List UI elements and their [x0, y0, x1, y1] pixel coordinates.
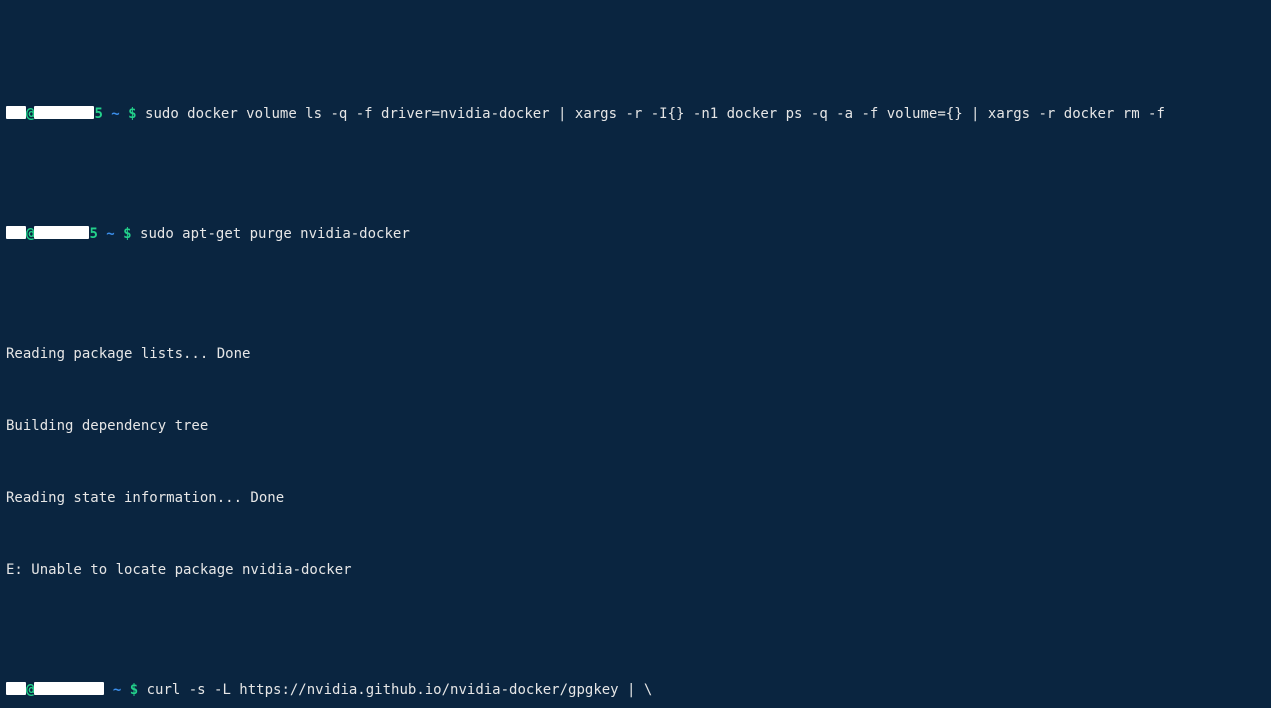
prompt-tilde: ~ — [104, 682, 129, 698]
prompt-tilde: ~ — [103, 106, 128, 122]
at-host: @ — [26, 106, 34, 122]
redacted-user — [6, 106, 26, 119]
prompt-line: @ ~ $ curl -s -L https://nvidia.github.i… — [6, 678, 1265, 702]
output-line: Building dependency tree — [6, 414, 1265, 438]
prompt-line: @5 ~ $ sudo apt-get purge nvidia-docker — [6, 222, 1265, 246]
redacted-host — [34, 682, 104, 695]
prompt-dollar: $ — [123, 226, 140, 242]
redacted-host — [34, 226, 89, 239]
redacted-user — [6, 682, 26, 695]
redacted-user — [6, 226, 26, 239]
prompt-line: @5 ~ $ sudo docker volume ls -q -f drive… — [6, 102, 1265, 126]
prompt-dollar: $ — [130, 682, 147, 698]
prompt-tilde: ~ — [98, 226, 123, 242]
at-host: @ — [26, 682, 34, 698]
prompt-dollar: $ — [128, 106, 145, 122]
redacted-host — [34, 106, 94, 119]
output-line: E: Unable to locate package nvidia-docke… — [6, 558, 1265, 582]
host-tail: 5 — [89, 226, 97, 242]
at-host: @ — [26, 226, 34, 242]
output-line: Reading state information... Done — [6, 486, 1265, 510]
host-tail: 5 — [94, 106, 102, 122]
terminal-window[interactable]: @5 ~ $ sudo docker volume ls -q -f drive… — [0, 0, 1271, 708]
command-text: curl -s -L https://nvidia.github.io/nvid… — [147, 682, 653, 698]
command-text: sudo apt-get purge nvidia-docker — [140, 226, 410, 242]
command-text: sudo docker volume ls -q -f driver=nvidi… — [145, 106, 1165, 122]
output-line: Reading package lists... Done — [6, 342, 1265, 366]
